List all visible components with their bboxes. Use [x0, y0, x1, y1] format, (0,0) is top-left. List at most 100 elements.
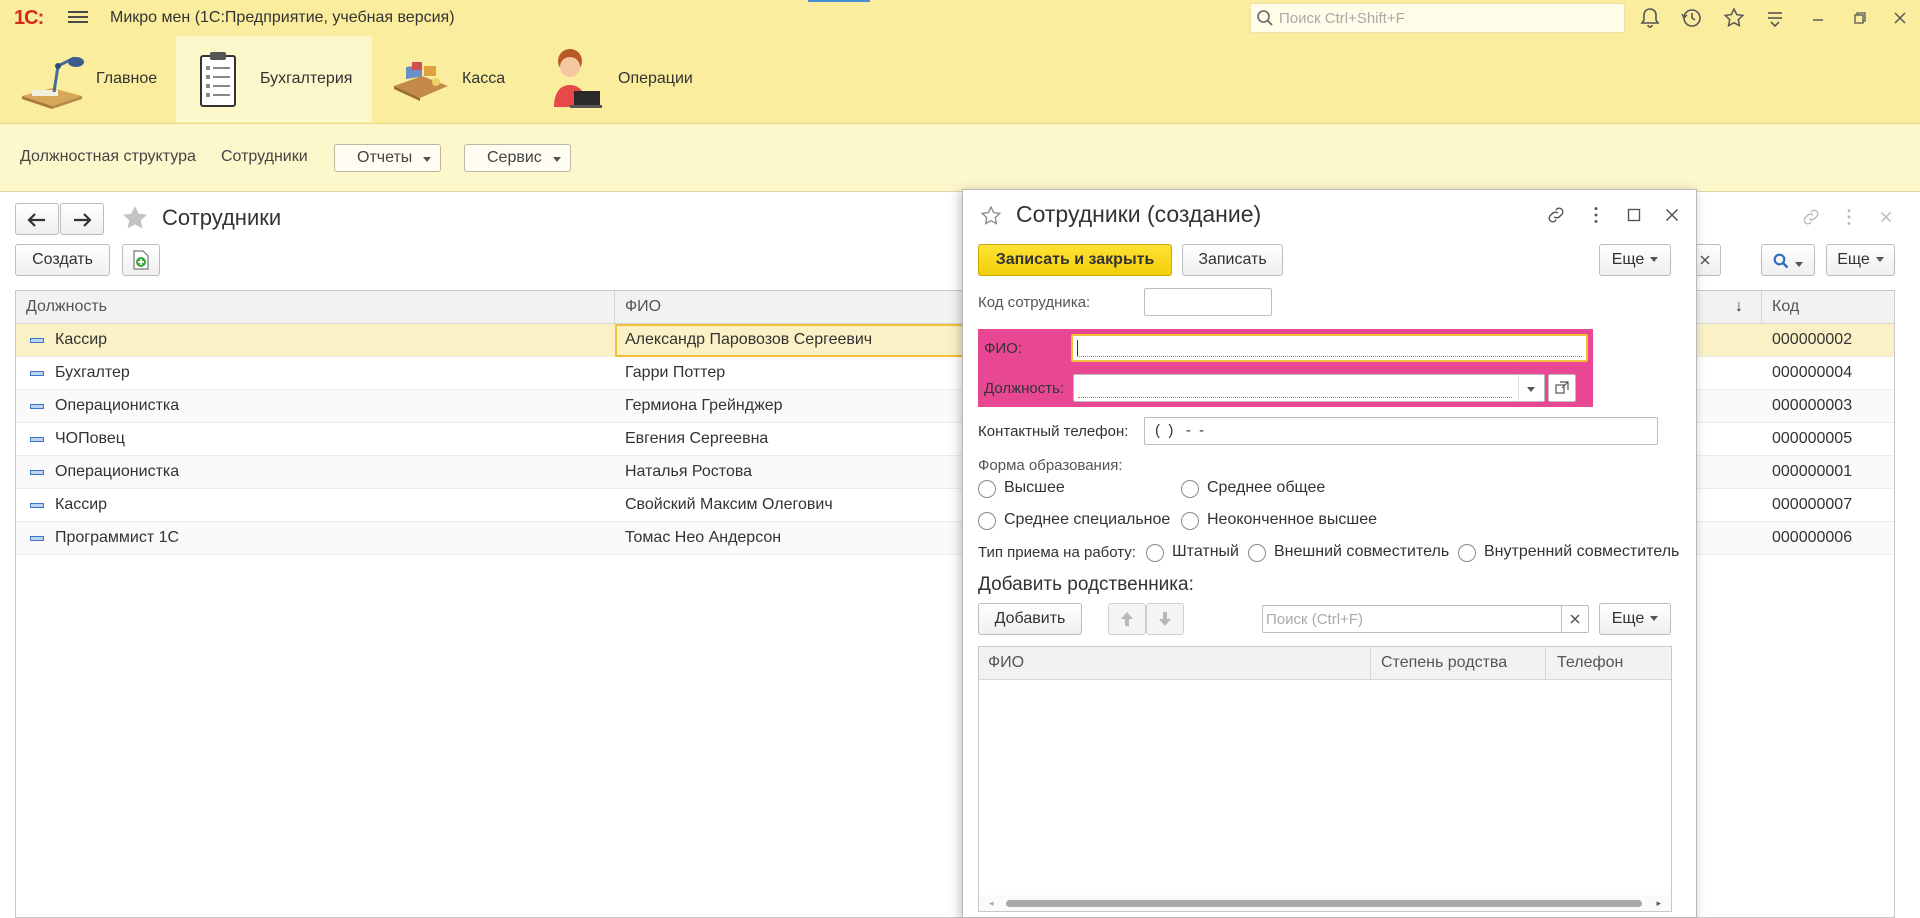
section-operations-label: Операции [618, 70, 693, 87]
relatives-column-fio[interactable]: ФИО [988, 654, 1024, 672]
favorites-star-icon[interactable] [1722, 6, 1746, 30]
column-header-fio[interactable]: ФИО [625, 298, 661, 316]
position-open-button[interactable] [1548, 374, 1576, 402]
nav-link-employees[interactable]: Сотрудники [221, 148, 308, 166]
search-icon [1257, 10, 1273, 26]
save-and-close-button[interactable]: Записать и закрыть [978, 244, 1172, 276]
education-radio-vocational[interactable] [978, 512, 996, 530]
bell-icon[interactable] [1638, 6, 1662, 30]
scroll-left-icon[interactable]: ◂ [989, 898, 994, 909]
more-vertical-icon[interactable] [1838, 206, 1860, 228]
search-icon [1773, 253, 1789, 269]
section-cash-label: Касса [462, 70, 506, 87]
hire-radio-internal[interactable] [1458, 544, 1476, 562]
dialog-title: Сотрудники (создание) [1016, 201, 1262, 227]
hire-radio-external[interactable] [1248, 544, 1266, 562]
education-radio-higher[interactable] [978, 480, 996, 498]
close-icon [1570, 614, 1580, 624]
relatives-column-kinship[interactable]: Степень родства [1381, 654, 1507, 672]
cell-code: 000000004 [1772, 364, 1853, 381]
column-header-position[interactable]: Должность [26, 298, 107, 316]
history-icon[interactable] [1680, 6, 1704, 30]
relatives-table[interactable]: ФИО Степень родства Телефон ◂ ▸ [978, 646, 1672, 912]
add-relative-button[interactable]: Добавить [978, 603, 1082, 635]
section-accounting[interactable]: Бухгалтерия [176, 36, 372, 122]
cell-code: 000000001 [1772, 463, 1853, 480]
employee-create-dialog: Сотрудники (создание) Записать и закрыть… [962, 189, 1697, 918]
maximize-icon[interactable] [1623, 204, 1645, 226]
education-radio-incomplete-higher[interactable] [1181, 512, 1199, 530]
relatives-title: Добавить родственника: [978, 574, 1194, 595]
cell-fio: Томас Нео Андерсон [625, 529, 782, 546]
education-radio-secondary[interactable] [1181, 480, 1199, 498]
cell-position: Бухгалтер [55, 364, 130, 381]
settings-menu-icon[interactable] [1763, 6, 1787, 30]
relatives-search-input[interactable]: Поиск (Ctrl+F) [1262, 605, 1564, 633]
arrow-up-icon [1121, 612, 1133, 626]
list-more-button[interactable]: Еще [1826, 244, 1895, 276]
close-window-icon[interactable] [1888, 6, 1912, 30]
hire-radio-staff[interactable] [1146, 544, 1164, 562]
cell-position: Операционистка [55, 463, 180, 480]
save-button[interactable]: Записать [1182, 244, 1283, 276]
app-title: Микро мен (1С:Предприятие, учебная верси… [110, 9, 455, 26]
chevron-down-icon [1795, 262, 1803, 268]
minimize-icon[interactable] [1806, 6, 1830, 30]
column-header-code[interactable]: Код [1772, 298, 1799, 316]
restore-icon[interactable] [1848, 6, 1872, 30]
section-operations[interactable]: Операции [548, 36, 718, 122]
reports-menu-button[interactable]: Отчеты [334, 144, 441, 172]
education-label: Форма образования: [978, 457, 1123, 474]
link-icon[interactable] [1545, 204, 1567, 226]
favorite-star-icon[interactable] [120, 203, 150, 233]
chevron-down-icon [1527, 386, 1535, 392]
forward-button[interactable] [60, 203, 104, 235]
phone-input[interactable]: ( ) - - [1144, 417, 1658, 445]
position-label: Должность: [984, 380, 1065, 397]
section-cash[interactable]: Касса [390, 36, 520, 122]
code-field[interactable] [1144, 288, 1272, 316]
relatives-column-phone[interactable]: Телефон [1557, 654, 1623, 672]
close-dialog-icon[interactable] [1661, 204, 1683, 226]
link-icon[interactable] [1800, 206, 1822, 228]
scrollbar-thumb[interactable] [1006, 900, 1642, 907]
column-divider [1545, 647, 1546, 680]
dialog-more-button[interactable]: Еще [1599, 244, 1671, 276]
hire-option-label: Внешний совместитель [1274, 543, 1450, 560]
relatives-more-button[interactable]: Еще [1599, 603, 1671, 635]
main-menu-icon[interactable] [68, 8, 88, 28]
back-button[interactable] [15, 203, 59, 235]
fio-input[interactable] [1071, 334, 1588, 362]
nav-link-position-structure[interactable]: Должностная структура [20, 148, 196, 166]
save-button-label: Записать [1198, 251, 1267, 268]
fio-label: ФИО: [984, 340, 1023, 357]
global-search-input[interactable]: Поиск Ctrl+Shift+F [1250, 3, 1625, 33]
position-dropdown-button[interactable] [1518, 375, 1544, 401]
cell-position: Кассир [55, 331, 108, 348]
move-down-button[interactable] [1146, 603, 1184, 635]
scroll-right-icon[interactable]: ▸ [1656, 898, 1661, 909]
more-vertical-icon[interactable] [1585, 204, 1607, 226]
search-button[interactable] [1761, 244, 1815, 276]
create-based-on-button[interactable] [122, 244, 160, 276]
open-form-icon [1555, 381, 1569, 394]
service-menu-button[interactable]: Сервис [464, 144, 571, 172]
create-button-label: Создать [32, 251, 93, 268]
list-more-label: Еще [1837, 251, 1870, 268]
position-input[interactable] [1073, 374, 1545, 402]
move-up-button[interactable] [1108, 603, 1146, 635]
horizontal-scrollbar[interactable]: ◂ ▸ [979, 895, 1671, 911]
sort-indicator-icon[interactable]: ↓ [1735, 298, 1743, 316]
close-form-icon[interactable] [1875, 206, 1897, 228]
service-menu-label: Сервис [487, 149, 542, 166]
relatives-search-clear-button[interactable] [1561, 605, 1589, 633]
education-option-label: Среднее специальное [1004, 511, 1171, 528]
cell-fio: Александр Паровозов Сергеевич [625, 331, 873, 348]
cell-position: Программист 1С [55, 529, 180, 546]
favorite-star-icon[interactable] [979, 204, 1003, 228]
create-button[interactable]: Создать [15, 244, 110, 276]
app-logo: 1С: [14, 7, 44, 29]
cell-code: 000000003 [1772, 397, 1853, 414]
section-main[interactable]: Главное [18, 36, 168, 122]
relatives-table-header: ФИО Степень родства Телефон [979, 647, 1671, 680]
